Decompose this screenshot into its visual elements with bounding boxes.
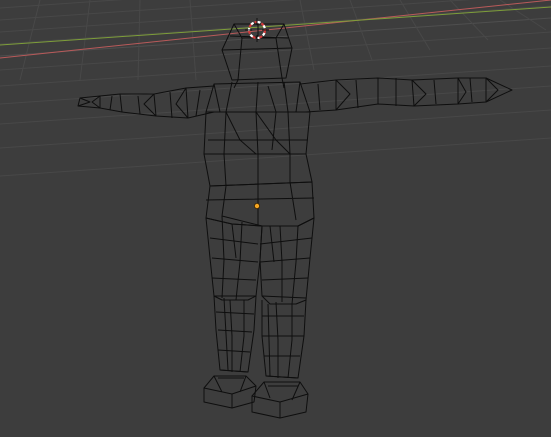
right-foot-mesh [251,381,309,419]
object-origin-icon[interactable] [253,202,260,209]
left-foot-mesh [203,375,257,409]
3d-viewport[interactable] [0,0,551,437]
left-leg-mesh [205,215,263,373]
humanoid-mesh[interactable] [77,23,513,419]
x-axis-line [0,0,551,59]
torso-mesh [203,81,313,187]
viewport-canvas[interactable] [0,0,551,437]
right-leg-mesh [259,217,315,379]
right-arm-mesh [299,77,513,113]
